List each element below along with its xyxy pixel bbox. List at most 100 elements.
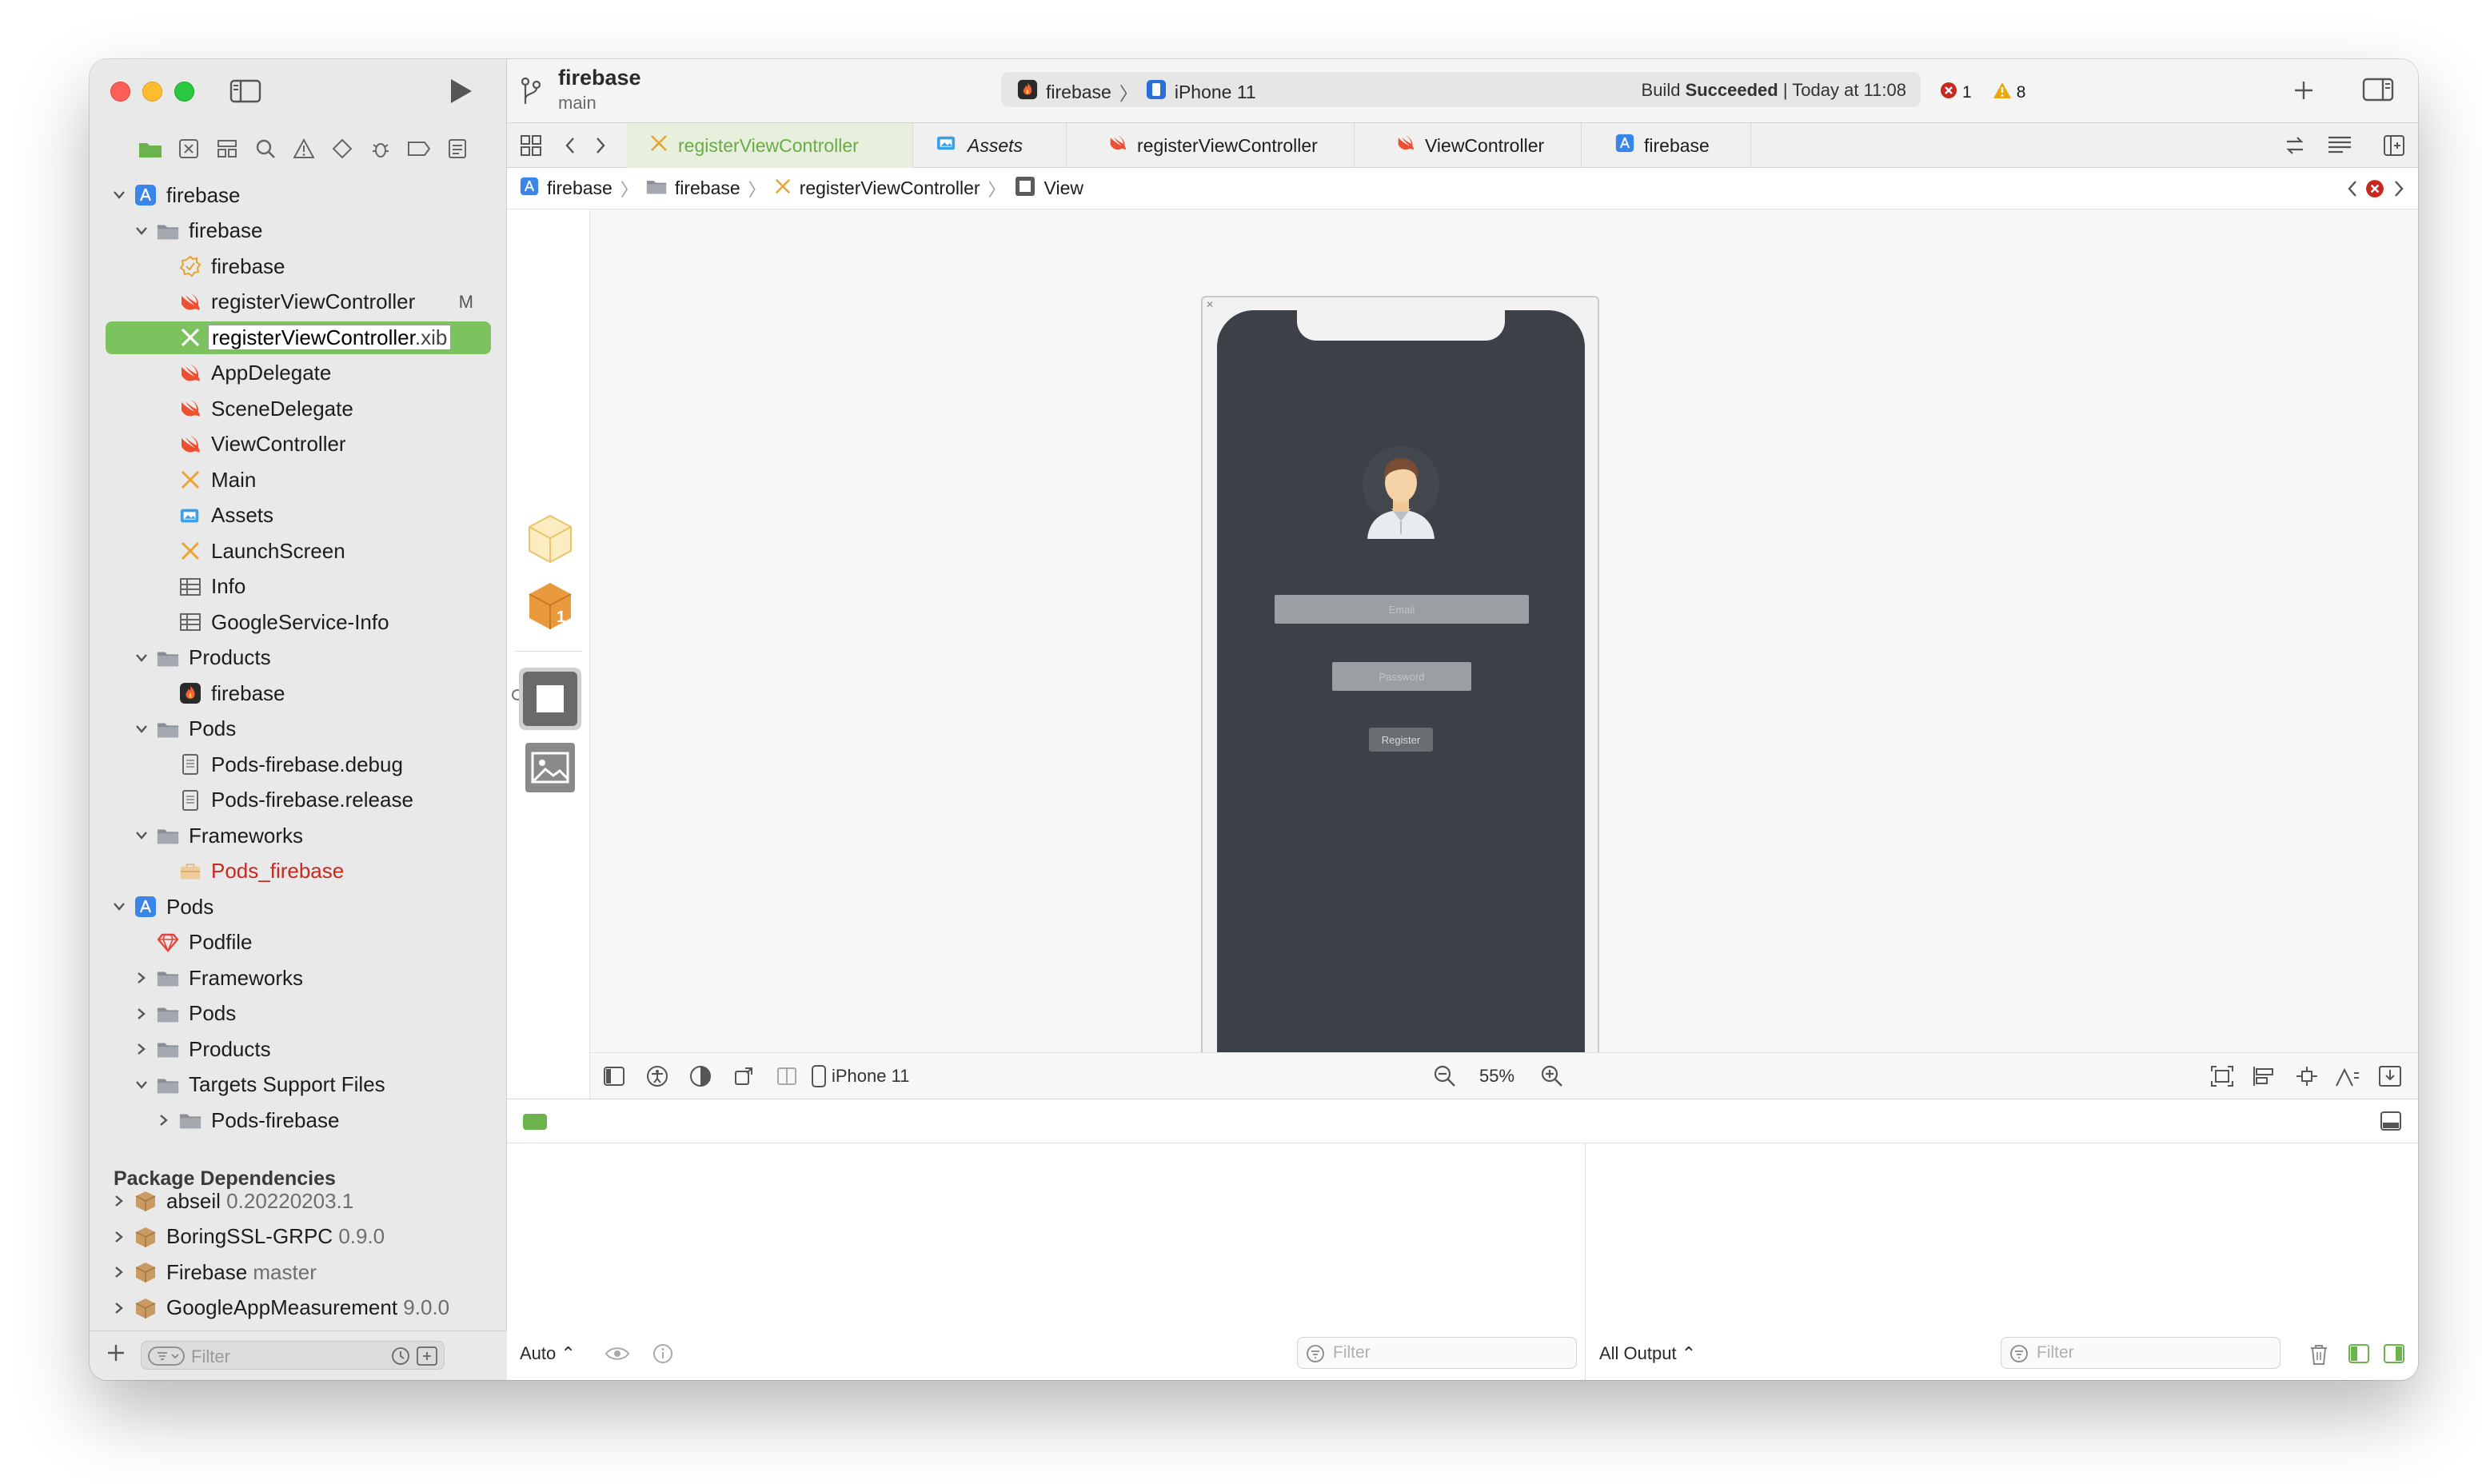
tree-item-pods-pods[interactable]: Pods [90, 996, 507, 1032]
symbol-icon[interactable] [208, 131, 246, 166]
search-icon[interactable] [246, 131, 285, 166]
tab-viewcontroller[interactable]: ViewController [1355, 123, 1582, 168]
variables-filter-field[interactable]: Filter [1297, 1337, 1577, 1369]
add-constraints-icon[interactable] [2295, 1065, 2319, 1091]
split-view-icon[interactable] [776, 1065, 798, 1091]
tree-item-registerviewcontroller-swift[interactable]: registerViewController M [90, 285, 507, 321]
tab-registerviewcontroller-xib[interactable]: registerViewController [627, 123, 913, 168]
tree-item-scenedelegate[interactable]: SceneDelegate [90, 391, 507, 427]
debug-area-indicator[interactable] [523, 1114, 547, 1130]
chevron-right-icon[interactable] [133, 969, 150, 987]
library-add-icon[interactable] [2292, 78, 2316, 106]
minimize-window-button[interactable] [142, 82, 162, 102]
user-avatar-image[interactable] [1361, 445, 1441, 548]
tab-firebase-project[interactable]: firebase [1582, 123, 1751, 168]
tree-item-product-firebase-app[interactable]: firebase [90, 676, 507, 712]
breakpoint-icon[interactable] [400, 131, 438, 166]
inspector-toggle-icon[interactable] [2362, 77, 2394, 106]
grid-icon[interactable] [520, 134, 542, 161]
close-window-button[interactable] [110, 82, 130, 102]
scheme-selector[interactable]: firebase 〉 iPhone 11 [1017, 78, 1256, 106]
zoom-level[interactable]: 55% [1479, 1066, 1514, 1087]
output-mode-selector[interactable]: All Output ⌃ [1599, 1343, 1696, 1364]
tree-item-info-plist[interactable]: Info [90, 569, 507, 605]
tree-item-viewcontroller[interactable]: ViewController [90, 427, 507, 463]
tree-item-entitlements[interactable]: firebase [90, 249, 507, 285]
add-icon[interactable] [106, 1342, 126, 1367]
next-issue-icon[interactable] [2392, 179, 2405, 203]
tree-item-pods-firebase-release[interactable]: Pods-firebase.release [90, 783, 507, 819]
document-outline-icon[interactable] [603, 1066, 625, 1091]
view-object-icon[interactable] [518, 667, 582, 735]
tree-item-group-products[interactable]: Products [90, 640, 507, 676]
run-button[interactable] [445, 77, 477, 106]
previous-issue-icon[interactable] [2346, 179, 2359, 203]
tree-item-googleservice-info[interactable]: GoogleService-Info [90, 604, 507, 640]
email-field[interactable]: Email [1275, 595, 1529, 624]
debug-icon[interactable] [361, 131, 400, 166]
chevron-down-icon[interactable] [110, 186, 128, 204]
align-icon[interactable] [2252, 1065, 2276, 1091]
test-icon[interactable] [323, 131, 361, 166]
source-control-icon[interactable] [170, 131, 208, 166]
tree-item-launchscreen[interactable]: LaunchScreen [90, 533, 507, 569]
swap-arrows-icon[interactable] [2284, 134, 2306, 161]
tree-item-project-pods[interactable]: Pods [90, 889, 507, 925]
package-item-boringssl-grpc[interactable]: BoringSSL-GRPC 0.9.0 [90, 1219, 507, 1255]
editor-options-icon[interactable] [2327, 134, 2352, 161]
eye-icon[interactable] [605, 1345, 630, 1366]
placeholder-cube-icon[interactable] [526, 513, 574, 568]
hide-debug-area-icon[interactable] [2380, 1111, 2402, 1135]
chevron-down-icon[interactable] [133, 1076, 150, 1094]
tab-registerviewcontroller-swift[interactable]: registerViewController [1067, 123, 1355, 168]
chevron-down-icon[interactable] [133, 827, 150, 844]
appearance-icon[interactable] [689, 1065, 712, 1091]
chevron-down-icon[interactable] [133, 720, 150, 738]
chevron-right-icon[interactable] [110, 1299, 128, 1317]
tree-item-registerviewcontroller-xib[interactable]: registerViewController.xib [90, 320, 507, 356]
issue-icon[interactable] [285, 131, 323, 166]
interface-builder-canvas[interactable]: 1 ✕ Email Password Register iPhone 11 55… [507, 209, 2418, 1118]
chevron-down-icon[interactable] [110, 898, 128, 916]
source-control-filter-icon[interactable] [417, 1346, 437, 1370]
scene-close-icon[interactable]: ✕ [1206, 299, 1214, 310]
tree-item-group-pods[interactable]: Pods [90, 712, 507, 748]
package-item-abseil[interactable]: abseil 0.20220203.1 [90, 1183, 507, 1219]
chevron-right-icon[interactable] [133, 1005, 150, 1023]
report-icon[interactable] [438, 131, 477, 166]
orientation-icon[interactable] [732, 1065, 755, 1091]
chevron-right-icon[interactable] [155, 1111, 173, 1129]
tree-item-pods-firebase-debug[interactable]: Pods-firebase.debug [90, 747, 507, 783]
jumpbar-item-file[interactable]: registerViewController [800, 178, 980, 199]
add-editor-icon[interactable] [2383, 134, 2405, 161]
embed-in-icon[interactable] [2378, 1065, 2402, 1091]
trash-icon[interactable] [2309, 1343, 2328, 1370]
zoom-in-icon[interactable] [1540, 1064, 1564, 1092]
sidebar-toggle-icon[interactable] [229, 78, 261, 104]
jumpbar-item-project[interactable]: firebase [547, 178, 613, 199]
tree-item-pods-products[interactable]: Products [90, 1031, 507, 1067]
folder-icon[interactable] [131, 131, 170, 166]
navigator-filter-field[interactable]: Filter [141, 1341, 445, 1370]
file-owner-cube-icon[interactable]: 1 [526, 580, 574, 636]
forward-arrow-icon[interactable] [593, 136, 608, 159]
chevron-right-icon[interactable] [110, 1263, 128, 1281]
device-name[interactable]: iPhone 11 [832, 1066, 909, 1087]
jumpbar-item-group[interactable]: firebase [675, 178, 740, 199]
error-icon[interactable] [2365, 179, 2384, 203]
chevron-down-icon[interactable] [133, 649, 150, 667]
tree-item-podfile[interactable]: Podfile [90, 925, 507, 961]
tree-item-main-storyboard[interactable]: Main [90, 462, 507, 498]
zoom-window-button[interactable] [174, 82, 194, 102]
tree-item-project-firebase[interactable]: firebase [90, 178, 507, 213]
tree-item-appdelegate[interactable]: AppDelegate [90, 356, 507, 392]
device-phone-icon[interactable] [811, 1064, 827, 1092]
tree-item-pods-firebase-framework[interactable]: Pods_firebase [90, 854, 507, 890]
info-icon[interactable] [652, 1343, 673, 1368]
package-item-firebase[interactable]: Firebase master [90, 1255, 507, 1291]
show-variables-icon[interactable] [2348, 1343, 2370, 1368]
variables-view-mode[interactable]: Auto ⌃ [520, 1343, 576, 1364]
root-view[interactable]: Email Password Register [1217, 309, 1585, 1105]
chevron-right-icon[interactable] [110, 1228, 128, 1246]
resolve-issues-icon[interactable] [2335, 1065, 2360, 1091]
